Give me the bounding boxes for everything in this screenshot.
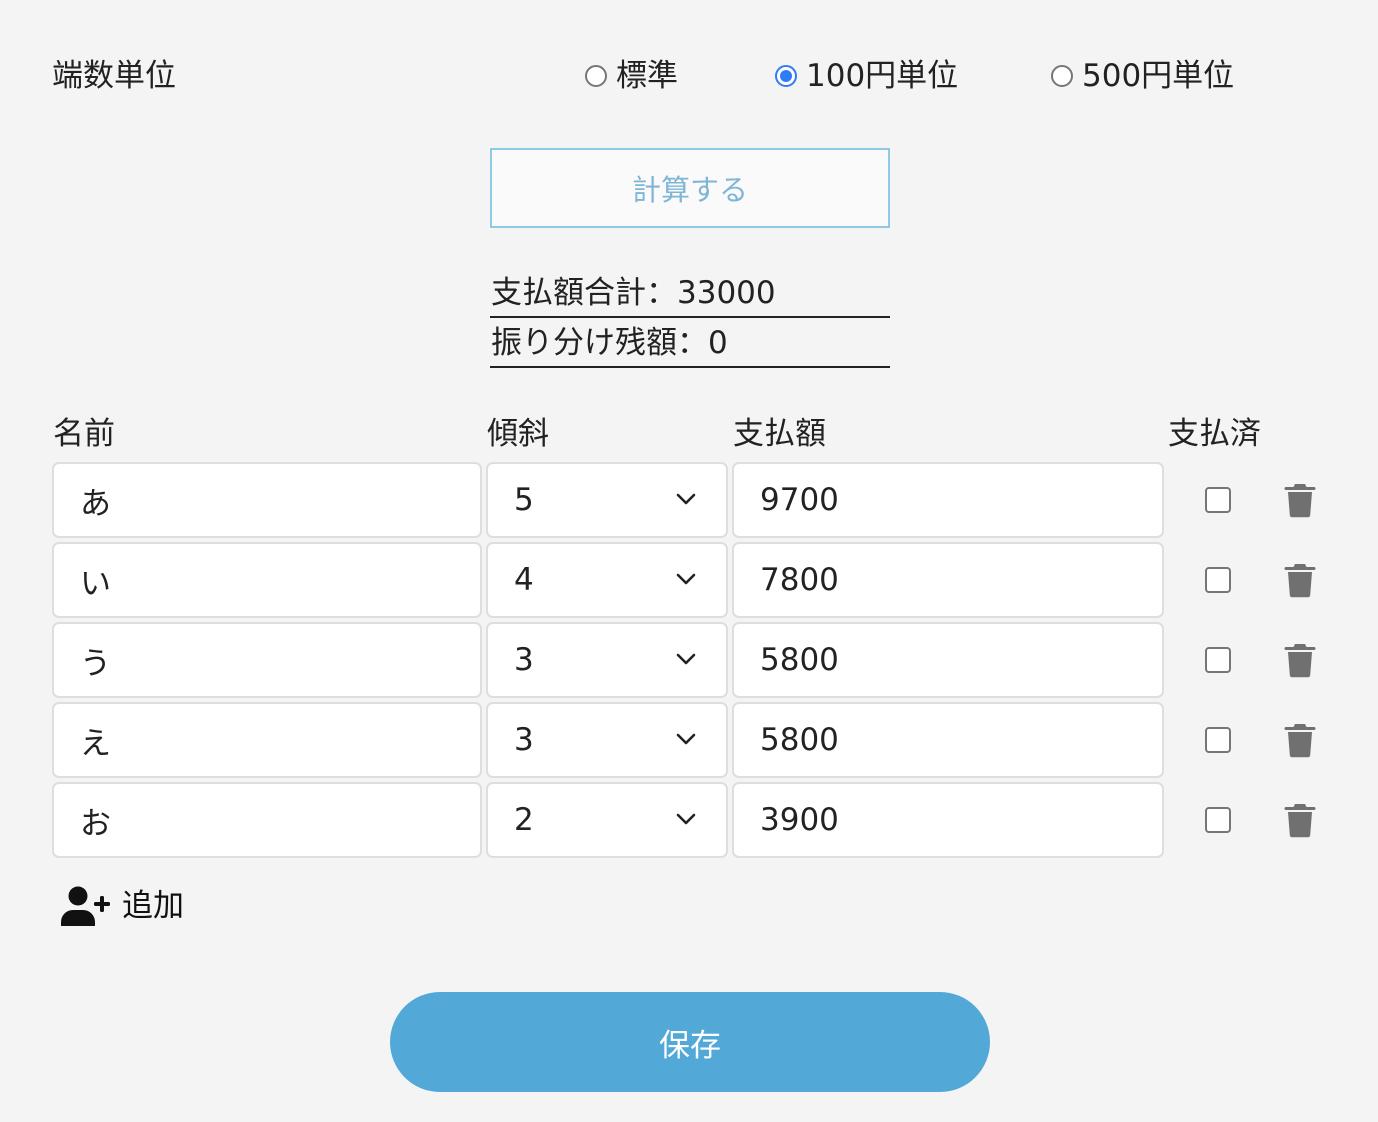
column-header-slope: 傾斜 [487,416,549,452]
radio-standard[interactable]: 標準 [585,56,678,96]
slope-select[interactable]: 5 [486,462,728,538]
paid-checkbox[interactable] [1205,727,1231,753]
amount-input[interactable]: 9700 [732,462,1164,538]
trash-icon[interactable] [1284,802,1316,838]
slope-select[interactable]: 4 [486,542,728,618]
radio-500-yen-label: 500円単位 [1082,58,1235,94]
radio-100-yen-circle[interactable] [775,65,797,87]
trash-icon[interactable] [1284,722,1316,758]
amount-input[interactable]: 5800 [732,702,1164,778]
table-row: え 3 5800 [0,702,1378,778]
chevron-down-icon [676,733,696,745]
chevron-down-icon [676,813,696,825]
radio-500-yen-circle[interactable] [1051,65,1073,87]
save-button[interactable]: 保存 [390,992,990,1092]
user-plus-icon [61,886,110,926]
table-row: い 4 7800 [0,542,1378,618]
rounding-label: 端数単位 [52,58,176,94]
name-input[interactable]: お [52,782,482,858]
calculate-button[interactable]: 計算する [490,148,890,228]
trash-icon[interactable] [1284,642,1316,678]
name-input[interactable]: あ [52,462,482,538]
radio-standard-label: 標準 [616,58,678,94]
paid-checkbox[interactable] [1205,647,1231,673]
radio-100-yen-label: 100円単位 [806,58,959,94]
table-row: お 2 3900 [0,782,1378,858]
column-header-name: 名前 [53,416,115,452]
name-input[interactable]: う [52,622,482,698]
name-input[interactable]: い [52,542,482,618]
slope-select[interactable]: 3 [486,702,728,778]
slope-value: 2 [514,802,534,838]
slope-value: 3 [514,642,534,678]
total-amount: 支払額合計：33000 [490,270,890,318]
paid-checkbox[interactable] [1205,487,1231,513]
chevron-down-icon [676,493,696,505]
table-row: う 3 5800 [0,622,1378,698]
paid-checkbox[interactable] [1205,807,1231,833]
slope-value: 5 [514,482,534,518]
radio-standard-circle[interactable] [585,65,607,87]
slope-value: 3 [514,722,534,758]
paid-checkbox[interactable] [1205,567,1231,593]
column-header-amount: 支払額 [733,416,826,452]
add-member-label: 追加 [122,888,184,924]
chevron-down-icon [676,653,696,665]
slope-select[interactable]: 2 [486,782,728,858]
amount-input[interactable]: 7800 [732,542,1164,618]
amount-input[interactable]: 3900 [732,782,1164,858]
trash-icon[interactable] [1284,482,1316,518]
radio-100-yen[interactable]: 100円単位 [775,56,958,96]
add-member-button[interactable]: 追加 [60,884,184,928]
slope-value: 4 [514,562,534,598]
remaining-amount: 振り分け残額：0 [490,320,890,368]
table-row: あ 5 9700 [0,462,1378,538]
name-input[interactable]: え [52,702,482,778]
amount-input[interactable]: 5800 [732,622,1164,698]
trash-icon[interactable] [1284,562,1316,598]
radio-500-yen[interactable]: 500円単位 [1051,56,1234,96]
split-bill-page: 端数単位 標準 100円単位 500円単位 計算する 支払額合計：33000 振… [0,0,1378,1122]
column-header-paid: 支払済 [1168,416,1261,452]
chevron-down-icon [676,573,696,585]
slope-select[interactable]: 3 [486,622,728,698]
